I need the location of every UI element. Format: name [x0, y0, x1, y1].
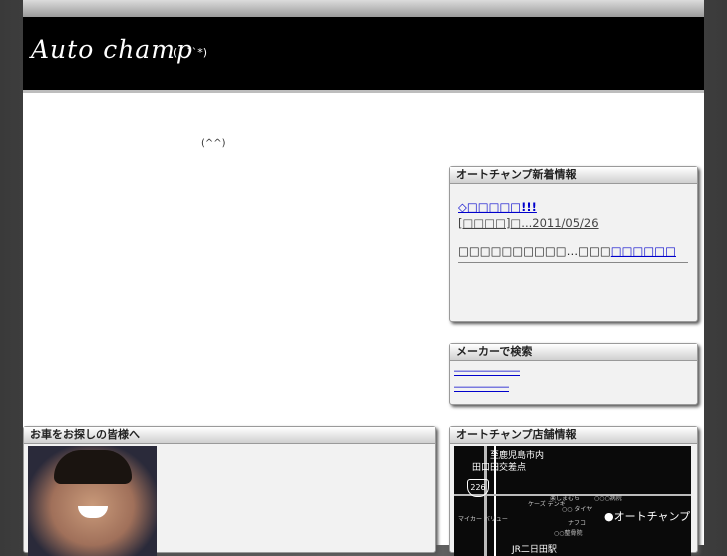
- site-logo[interactable]: Auto champ: [31, 35, 193, 64]
- map-label-station: JR二日田駅: [512, 545, 557, 555]
- maker-link[interactable]: ――――――: [450, 364, 697, 377]
- map-label-store: ○○整骨院: [554, 530, 583, 537]
- map-label-store: ○○○病院: [594, 495, 622, 502]
- news-more-link[interactable]: □□□□□□: [611, 244, 676, 258]
- map-label-store: マイカー バリュー: [458, 516, 508, 523]
- map-label-crossing: 田口田交差点: [472, 463, 527, 473]
- page: Auto champ (´ ˘`*) (^^) オートチャンプ新着情報 ◇□□□…: [23, 0, 704, 556]
- photo-hair: [54, 450, 132, 484]
- map-label-store: ○○ タイヤ: [562, 506, 593, 513]
- map-label-store: ナフコ: [568, 520, 587, 527]
- news-date[interactable]: [□□□□]□...2011/05/26: [458, 216, 688, 230]
- shop-title: オートチャンプ店舗情報: [450, 427, 697, 444]
- news-headline-link[interactable]: ◇□□□□□!!!: [458, 200, 688, 214]
- maker-title: メーカーで検索: [450, 344, 697, 361]
- shop-map[interactable]: 至鹿児島市内 田口田交差点 226 ケーズ デンキ 楽しまむら ○○○病院 ○○…: [454, 446, 691, 556]
- news-text-body: □□□□□□□□□□…□□□: [458, 244, 611, 258]
- news-title: オートチャンプ新着情報: [450, 167, 697, 184]
- shop-info-panel: オートチャンプ店舗情報 至鹿児島市内 田口田交差点 226 ケーズ デンキ 楽し…: [449, 426, 698, 556]
- maker-link[interactable]: ―――――: [450, 380, 697, 393]
- customer-title: お車をお探しの皆様へ: [24, 427, 435, 444]
- staff-photo: [28, 446, 157, 556]
- photo-smile: [78, 506, 108, 518]
- site-header: Auto champ (´ ˘`*): [23, 17, 704, 93]
- top-strip: [23, 0, 704, 17]
- customer-panel: お車をお探しの皆様へ: [23, 426, 436, 556]
- route-sign: 226: [467, 479, 489, 497]
- smile-text: (^^): [201, 138, 226, 149]
- map-label-store: 楽しまむら: [550, 495, 581, 502]
- emoticon: (´ ˘`*): [173, 46, 208, 59]
- news-panel: オートチャンプ新着情報 ◇□□□□□!!! [□□□□]□...2011/05/…: [449, 166, 698, 322]
- news-body: ◇□□□□□!!! [□□□□]□...2011/05/26 □□□□□□□□□…: [450, 184, 697, 263]
- maker-search-panel: メーカーで検索 ―――――― ―――――: [449, 343, 698, 405]
- news-text: □□□□□□□□□□…□□□□□□□□□: [458, 244, 688, 263]
- map-label-shop: ●オートチャンプ: [604, 510, 691, 523]
